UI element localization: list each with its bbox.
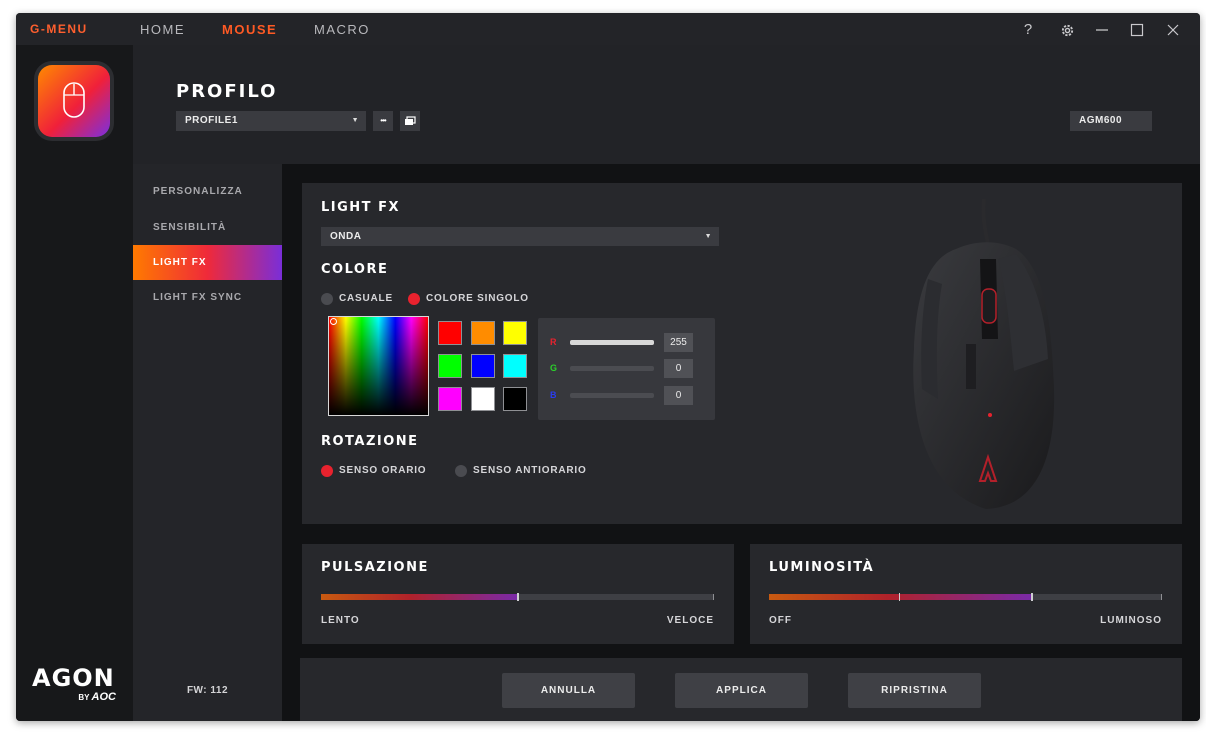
rgb-r-label: R	[550, 337, 557, 347]
color-single-radio[interactable]: COLORE SINGOLO	[408, 292, 529, 306]
brightness-slider[interactable]	[769, 593, 1162, 601]
app-brand: G-MENU	[30, 22, 88, 36]
rgb-r-slider[interactable]	[570, 340, 654, 345]
pulse-slider-fill	[321, 594, 518, 600]
device-icon-background	[38, 65, 110, 137]
brightness-max-label: LUMINOSO	[1100, 615, 1162, 626]
profile-header: PROFILO PROFILE1 ▼ ••• AGM600	[133, 45, 1200, 164]
device-model-badge: AGM600	[1070, 111, 1152, 131]
minimize-button[interactable]	[1089, 19, 1115, 41]
rgb-g-label: G	[550, 363, 558, 373]
swatch-yellow[interactable]	[503, 321, 527, 345]
effect-dropdown-value: ONDA	[330, 231, 362, 242]
nav-macro[interactable]: MACRO	[314, 22, 370, 37]
brightness-slider-end	[1161, 594, 1162, 600]
action-bar: ANNULLA APPLICA RIPRISTINA	[300, 658, 1182, 721]
brightness-slider-fill	[769, 594, 1032, 600]
rgb-g-slider[interactable]	[570, 366, 654, 371]
color-random-radio[interactable]: CASUALE	[321, 292, 393, 306]
rgb-g-input[interactable]: 0	[664, 359, 693, 378]
menu-item-personalizza[interactable]: PERSONALIZZA	[133, 174, 282, 209]
swatch-cyan[interactable]	[503, 354, 527, 378]
swatch-green[interactable]	[438, 354, 462, 378]
rotation-clockwise-radio[interactable]: SENSO ORARIO	[321, 464, 426, 478]
swatch-orange[interactable]	[471, 321, 495, 345]
swatch-red[interactable]	[438, 321, 462, 345]
close-button[interactable]	[1160, 19, 1186, 41]
pulse-slider-handle[interactable]	[517, 593, 519, 601]
rgb-b-slider[interactable]	[570, 393, 654, 398]
menu-item-light-fx-sync[interactable]: LIGHT FX SYNC	[133, 280, 282, 315]
nav-mouse[interactable]: MOUSE	[222, 22, 277, 37]
brightness-slider-tick	[899, 593, 900, 601]
pulse-slider-end	[713, 594, 714, 600]
side-menu: PERSONALIZZA SENSIBILITÀ LIGHT FX LIGHT …	[133, 164, 282, 721]
chevron-down-icon: ▼	[704, 233, 712, 240]
aoc-wordmark: AOC	[91, 691, 116, 703]
pulse-slider[interactable]	[321, 593, 714, 601]
brightness-min-label: OFF	[769, 615, 792, 626]
app-window: G-MENU HOME MOUSE MACRO ? AGON BY AOC PR…	[16, 13, 1200, 721]
reset-button[interactable]: RIPRISTINA	[848, 673, 981, 708]
mouse-product-image	[913, 198, 1055, 509]
profile-copy-button[interactable]	[400, 111, 420, 131]
page-title: PROFILO	[176, 81, 278, 102]
settings-button[interactable]	[1054, 19, 1080, 41]
copy-icon	[405, 116, 416, 125]
rgb-editor: R 255 G 0 B 0	[538, 318, 715, 420]
mouse-icon	[63, 82, 85, 118]
rotation-title: ROTAZIONE	[321, 434, 419, 449]
color-picker-area[interactable]	[328, 316, 429, 416]
profile-dropdown-value: PROFILE1	[185, 115, 238, 126]
pulse-max-label: VELOCE	[666, 615, 714, 626]
rgb-b-label: B	[550, 390, 557, 400]
device-rail: AGON BY AOC	[16, 45, 133, 721]
app-brand-label: G-MENU	[30, 22, 88, 36]
maximize-icon	[1130, 23, 1144, 37]
light-fx-title: LIGHT FX	[321, 200, 400, 215]
pulse-panel: PULSAZIONE LENTO VELOCE	[302, 544, 734, 644]
chevron-down-icon: ▼	[351, 117, 359, 124]
rgb-r-fill	[570, 340, 654, 345]
light-fx-panel: LIGHT FX ONDA ▼ COLORE CASUALE COLORE SI…	[302, 183, 1182, 524]
apply-button[interactable]: APPLICA	[675, 673, 808, 708]
agon-logo: AGON BY AOC	[32, 665, 122, 703]
gear-icon	[1061, 24, 1073, 37]
maximize-button[interactable]	[1124, 19, 1150, 41]
menu-item-sensibilita[interactable]: SENSIBILITÀ	[133, 210, 282, 245]
rotation-counterclockwise-radio[interactable]: SENSO ANTIORARIO	[455, 464, 587, 478]
minimize-icon	[1096, 29, 1108, 31]
brightness-panel: LUMINOSITÀ OFF LUMINOSO	[750, 544, 1182, 644]
agon-byline: BY AOC	[32, 691, 122, 703]
color-title: COLORE	[321, 262, 389, 277]
agon-wordmark: AGON	[32, 664, 115, 692]
swatch-white[interactable]	[471, 387, 495, 411]
rgb-r-input[interactable]: 255	[664, 333, 693, 352]
pulse-title: PULSAZIONE	[321, 560, 429, 575]
pulse-min-label: LENTO	[321, 615, 360, 626]
firmware-version: FW: 112	[186, 685, 229, 696]
rgb-b-input[interactable]: 0	[664, 386, 693, 405]
profile-dropdown[interactable]: PROFILE1 ▼	[176, 111, 366, 131]
color-picker-handle[interactable]	[330, 318, 337, 325]
close-icon	[1167, 24, 1179, 36]
cancel-button[interactable]: ANNULLA	[502, 673, 635, 708]
menu-item-light-fx[interactable]: LIGHT FX	[133, 245, 282, 280]
swatch-magenta[interactable]	[438, 387, 462, 411]
swatch-black[interactable]	[503, 387, 527, 411]
help-icon: ?	[1023, 21, 1033, 38]
help-button[interactable]: ?	[1015, 19, 1041, 41]
profile-more-button[interactable]: •••	[373, 111, 393, 131]
device-mouse-button[interactable]	[34, 61, 114, 141]
more-icon: •••	[380, 116, 386, 125]
effect-dropdown[interactable]: ONDA ▼	[321, 227, 719, 246]
brightness-slider-handle[interactable]	[1031, 593, 1033, 601]
brightness-title: LUMINOSITÀ	[769, 560, 875, 575]
swatch-blue[interactable]	[471, 354, 495, 378]
title-bar: G-MENU HOME MOUSE MACRO ?	[16, 13, 1200, 45]
nav-home[interactable]: HOME	[140, 22, 185, 37]
agon-by-text: BY	[78, 693, 90, 702]
